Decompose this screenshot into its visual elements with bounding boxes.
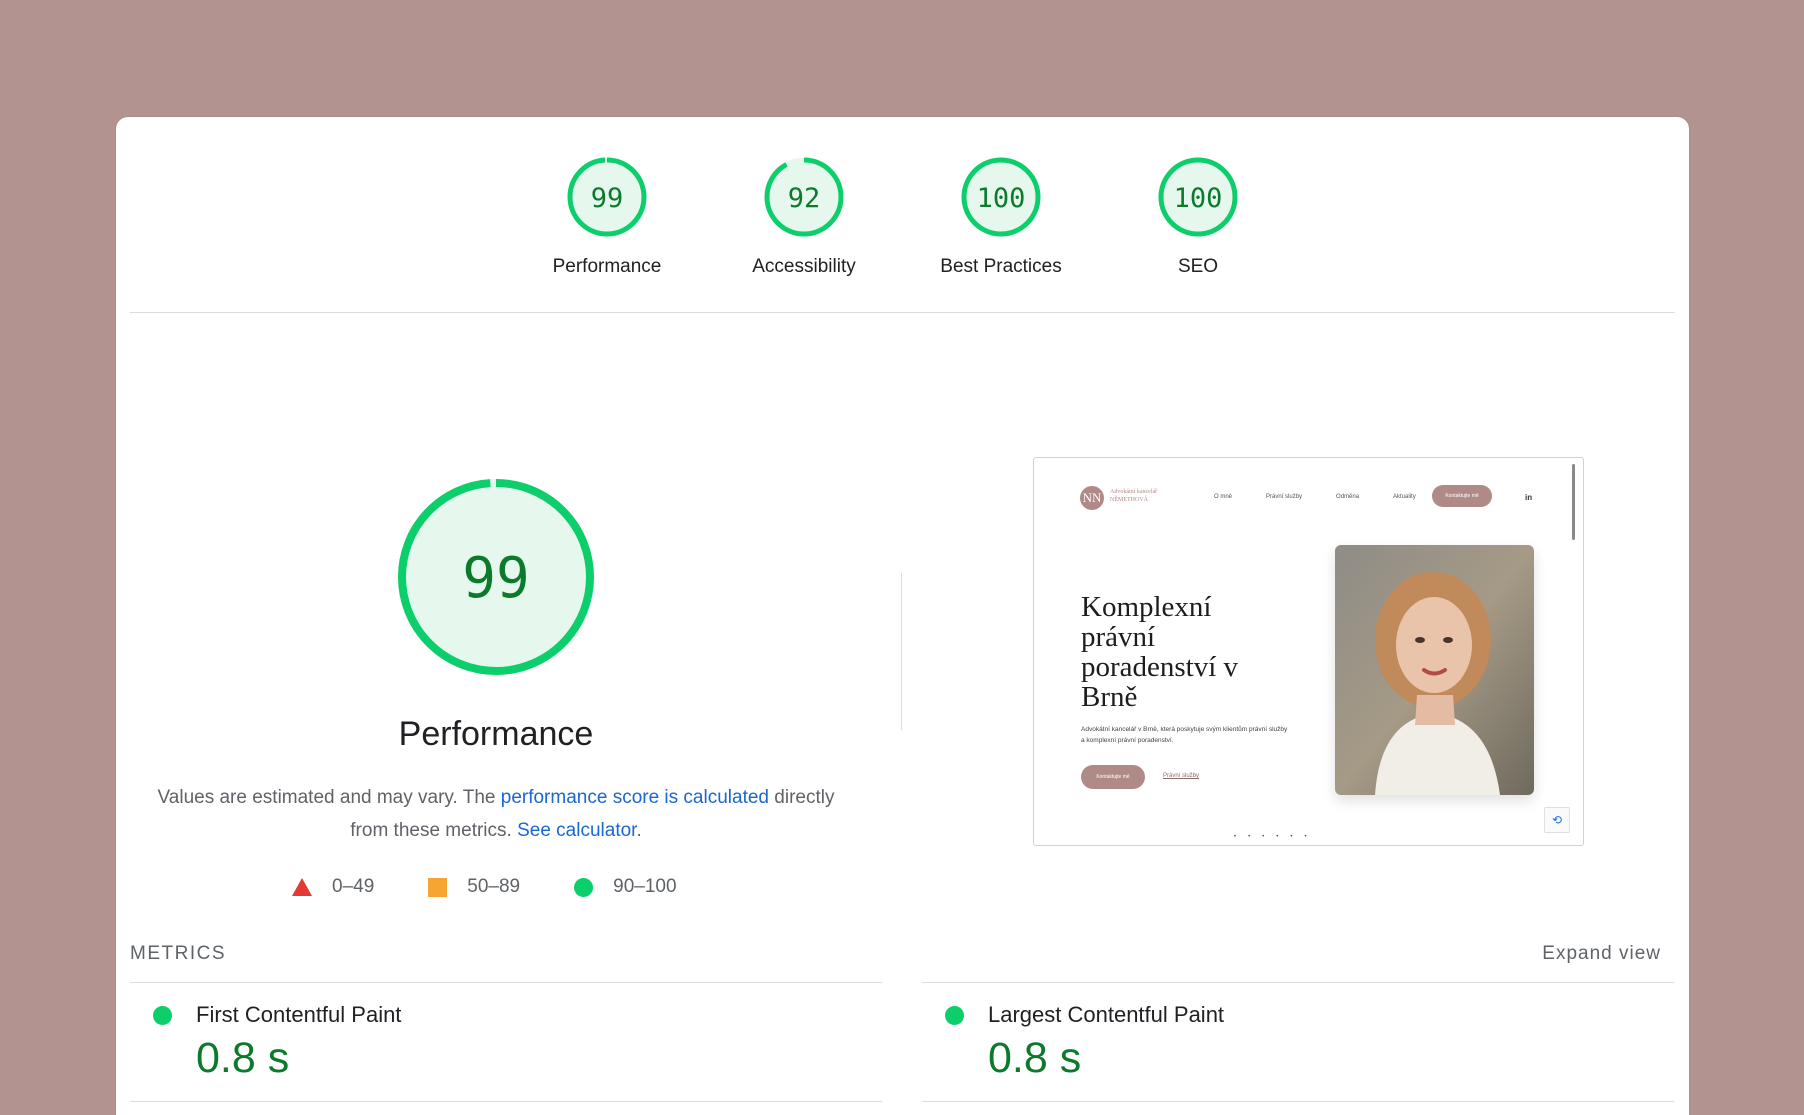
site-nav-item: Právní služby [1266, 494, 1303, 500]
site-intro-text: Advokátní kancelář v Brně, která poskytu… [1081, 726, 1288, 744]
score-gauges-row: 99 Performance 92 Accessibility 100 Best… [116, 155, 1689, 278]
performance-main-score: 99 [462, 546, 529, 611]
site-services-link: Právní služby [1163, 773, 1200, 779]
gauge-seo-ring: 100 [1158, 157, 1238, 237]
pass-circle-icon [945, 1006, 964, 1025]
carousel-dots: •••••• [1234, 834, 1319, 840]
metric-largest-contentful-paint: Largest Contentful Paint 0.8 s [945, 1002, 1645, 1092]
gauge-best-practices-score: 100 [977, 183, 1026, 214]
circle-pass-icon [574, 877, 594, 897]
legend-fail: 0–49 [292, 876, 374, 898]
metrics-section-label: METRICS [130, 943, 226, 964]
gauge-seo[interactable]: 100 SEO [1100, 155, 1297, 278]
performance-title: Performance [398, 715, 594, 753]
gauge-performance-label: Performance [552, 256, 662, 277]
final-screenshot-thumbnail[interactable]: NN Advokátní kancelář NĚMETHOVÁ O mně Pr… [1033, 457, 1584, 846]
portrait-photo [1335, 545, 1534, 795]
gauge-performance-score: 99 [591, 183, 624, 214]
site-logo: NN [1080, 486, 1104, 510]
site-nav-item: O mně [1214, 494, 1233, 500]
metrics-divider-left [130, 982, 882, 983]
performance-main-ring: 99 [398, 479, 594, 675]
metrics-divider-right [922, 982, 1674, 983]
metric-name: Largest Contentful Paint [988, 1002, 1225, 1027]
performance-score-link[interactable]: performance score is calculated [501, 787, 769, 808]
metric-value: 0.8 s [196, 1034, 290, 1082]
pass-circle-icon [153, 1006, 172, 1025]
legend-pass-range: 90–100 [613, 876, 677, 897]
site-nav-item: Odměna [1336, 494, 1360, 500]
header-divider [130, 312, 1675, 313]
legend-average-range: 50–89 [467, 876, 521, 897]
legend-fail-range: 0–49 [332, 876, 375, 897]
gauge-seo-score: 100 [1174, 183, 1223, 214]
description-text-1: Values are estimated and may vary. The [157, 787, 501, 808]
performance-description: Values are estimated and may vary. The p… [156, 781, 836, 847]
thumbnail-scrollbar [1572, 464, 1575, 540]
recaptcha-icon: ⟲ [1544, 807, 1570, 833]
gauge-seo-label: SEO [1177, 256, 1219, 277]
metric-value: 0.8 s [988, 1034, 1082, 1082]
gauge-best-practices[interactable]: 100 Best Practices [903, 155, 1100, 278]
gauge-best-practices-label: Best Practices [940, 256, 1062, 277]
gauge-performance[interactable]: 99 Performance [509, 155, 706, 278]
legend-average: 50–89 [428, 876, 520, 898]
site-nav-item: Aktuality [1393, 494, 1416, 500]
triangle-fail-icon [292, 878, 312, 896]
gauge-accessibility[interactable]: 92 Accessibility [706, 155, 903, 278]
site-nav: O mně Právní služby Odměna Aktuality [1214, 494, 1450, 500]
metric-first-contentful-paint: First Contentful Paint 0.8 s [153, 1002, 853, 1092]
vertical-divider [901, 573, 902, 730]
site-brand: Advokátní kancelář NĚMETHOVÁ [1110, 489, 1158, 503]
site-heading: Komplexní právní poradenství v Brně [1081, 591, 1239, 713]
metrics-row-divider-right [922, 1101, 1674, 1102]
performance-main-gauge: 99 [395, 476, 597, 678]
see-calculator-link[interactable]: See calculator [517, 820, 636, 841]
gauge-best-practices-ring: 100 [961, 157, 1041, 237]
gauge-performance-ring: 99 [567, 157, 647, 237]
lighthouse-report-card: 99 Performance 92 Accessibility 100 Best… [116, 117, 1689, 1115]
gauge-accessibility-label: Accessibility [752, 256, 856, 277]
metric-name: First Contentful Paint [196, 1002, 402, 1027]
expand-view-toggle[interactable]: Expand view [1542, 943, 1661, 965]
description-text-3: . [636, 820, 642, 841]
site-contact-button: Kontaktujte mě [1081, 765, 1145, 789]
linkedin-icon: in [1525, 493, 1533, 502]
gauge-accessibility-ring: 92 [764, 157, 844, 237]
metrics-row-divider-left [130, 1101, 882, 1102]
score-legend: 0–49 50–89 90–100 [292, 876, 731, 898]
square-average-icon [428, 877, 448, 897]
legend-pass: 90–100 [574, 876, 677, 898]
site-cta-button: Kontaktujte mě [1432, 485, 1492, 507]
gauge-accessibility-score: 92 [788, 183, 821, 214]
